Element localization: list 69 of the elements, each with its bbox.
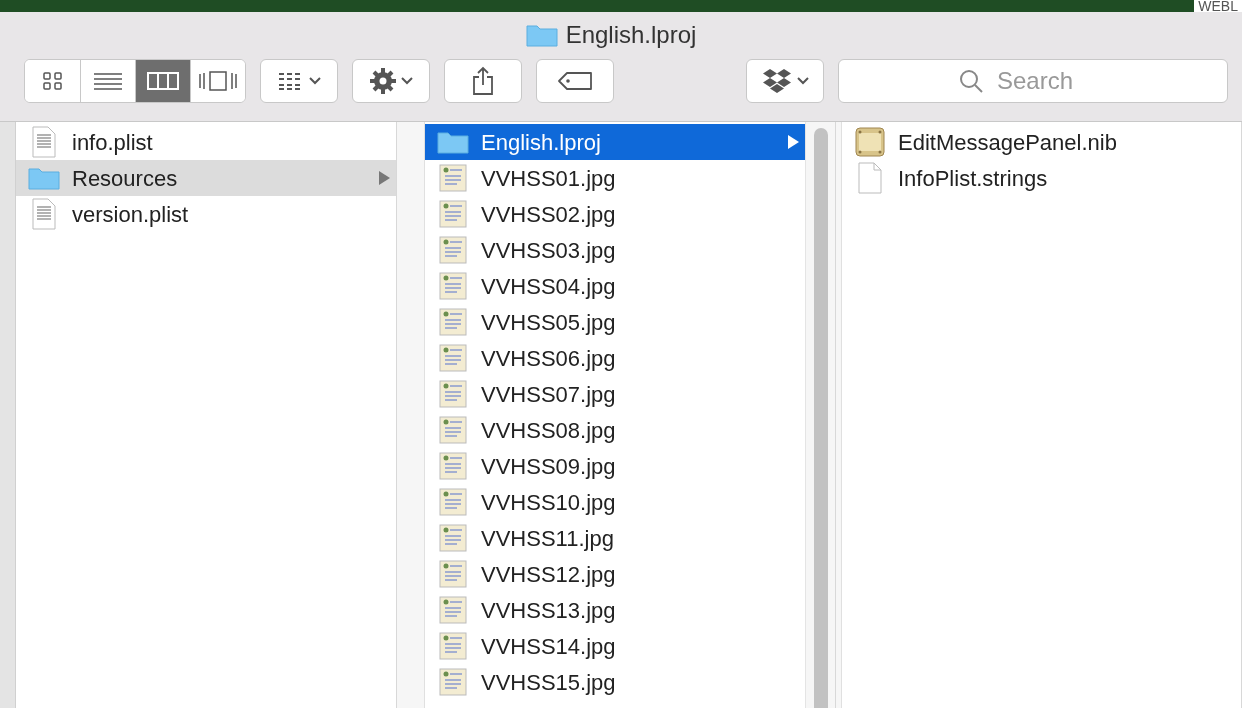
disclosure-arrow-icon xyxy=(378,171,390,185)
document-icon xyxy=(32,198,56,230)
file-row[interactable]: version.plist xyxy=(16,196,396,232)
file-row[interactable]: VVHSS05.jpg xyxy=(425,304,805,340)
file-row[interactable]: InfoPlist.strings xyxy=(842,160,1241,196)
file-row[interactable]: VVHSS07.jpg xyxy=(425,376,805,412)
window-title: English.lproj xyxy=(565,20,697,50)
file-row[interactable]: VVHSS02.jpg xyxy=(425,196,805,232)
file-row[interactable]: EditMessagePanel.nib xyxy=(842,124,1241,160)
caret-icon xyxy=(309,77,321,85)
file-row[interactable]: VVHSS03.jpg xyxy=(425,232,805,268)
image-thumbnail-icon xyxy=(439,452,467,480)
document-icon xyxy=(32,126,56,158)
file-row[interactable]: VVHSS14.jpg xyxy=(425,628,805,664)
share-icon xyxy=(471,66,495,96)
file-row[interactable]: VVHSS08.jpg xyxy=(425,412,805,448)
dropbox-icon xyxy=(761,67,793,95)
file-row[interactable]: VVHSS01.jpg xyxy=(425,160,805,196)
image-thumbnail-icon xyxy=(439,488,467,516)
image-thumbnail-icon xyxy=(439,308,467,336)
image-thumbnail-icon xyxy=(439,164,467,192)
file-row[interactable]: VVHSS10.jpg xyxy=(425,484,805,520)
gear-icon xyxy=(369,67,397,95)
file-row[interactable]: VVHSS15.jpg xyxy=(425,664,805,700)
image-thumbnail-icon xyxy=(439,416,467,444)
columns-icon xyxy=(147,71,179,91)
image-thumbnail-icon xyxy=(439,200,467,228)
image-thumbnail-icon xyxy=(439,560,467,588)
arrange-button[interactable] xyxy=(260,59,338,103)
file-row[interactable]: VVHSS09.jpg xyxy=(425,448,805,484)
file-row[interactable]: VVHSS11.jpg xyxy=(425,520,805,556)
view-mode-control[interactable] xyxy=(24,59,246,103)
dropbox-button[interactable] xyxy=(746,59,824,103)
share-button[interactable] xyxy=(444,59,522,103)
cover-flow-icon xyxy=(198,70,238,92)
tag-icon xyxy=(557,71,593,91)
disclosure-arrow-icon xyxy=(787,135,799,149)
nib-file-icon xyxy=(855,127,885,157)
file-row[interactable]: VVHSS12.jpg xyxy=(425,556,805,592)
image-thumbnail-icon xyxy=(439,344,467,372)
action-button[interactable] xyxy=(352,59,430,103)
image-thumbnail-icon xyxy=(439,272,467,300)
image-thumbnail-icon xyxy=(439,236,467,264)
image-thumbnail-icon xyxy=(439,632,467,660)
caret-icon xyxy=(797,77,809,85)
image-thumbnail-icon xyxy=(439,668,467,696)
folder-icon xyxy=(525,23,558,47)
scrollbar-thumb[interactable] xyxy=(813,128,828,708)
folder-icon xyxy=(437,130,469,154)
list-icon xyxy=(93,71,123,91)
file-row[interactable]: VVHSS06.jpg xyxy=(425,340,805,376)
image-thumbnail-icon xyxy=(439,596,467,624)
folder-icon xyxy=(28,166,60,190)
tag-button[interactable] xyxy=(536,59,614,103)
file-row[interactable]: VVHSS13.jpg xyxy=(425,592,805,628)
search-field[interactable]: Search xyxy=(838,59,1228,103)
view-mode-button[interactable] xyxy=(190,60,245,102)
file-row[interactable]: English.lproj xyxy=(425,124,805,160)
caret-icon xyxy=(401,77,413,85)
file-row[interactable]: VVHSS04.jpg xyxy=(425,268,805,304)
grid-icon xyxy=(40,71,65,91)
view-mode-button[interactable] xyxy=(135,60,190,102)
image-thumbnail-icon xyxy=(439,524,467,552)
file-row[interactable]: Resources xyxy=(16,160,396,196)
desktop-label: WEBL xyxy=(1194,0,1242,12)
search-icon xyxy=(958,68,984,94)
image-thumbnail-icon xyxy=(439,380,467,408)
file-row[interactable]: info.plist xyxy=(16,124,396,160)
document-icon xyxy=(858,162,882,194)
